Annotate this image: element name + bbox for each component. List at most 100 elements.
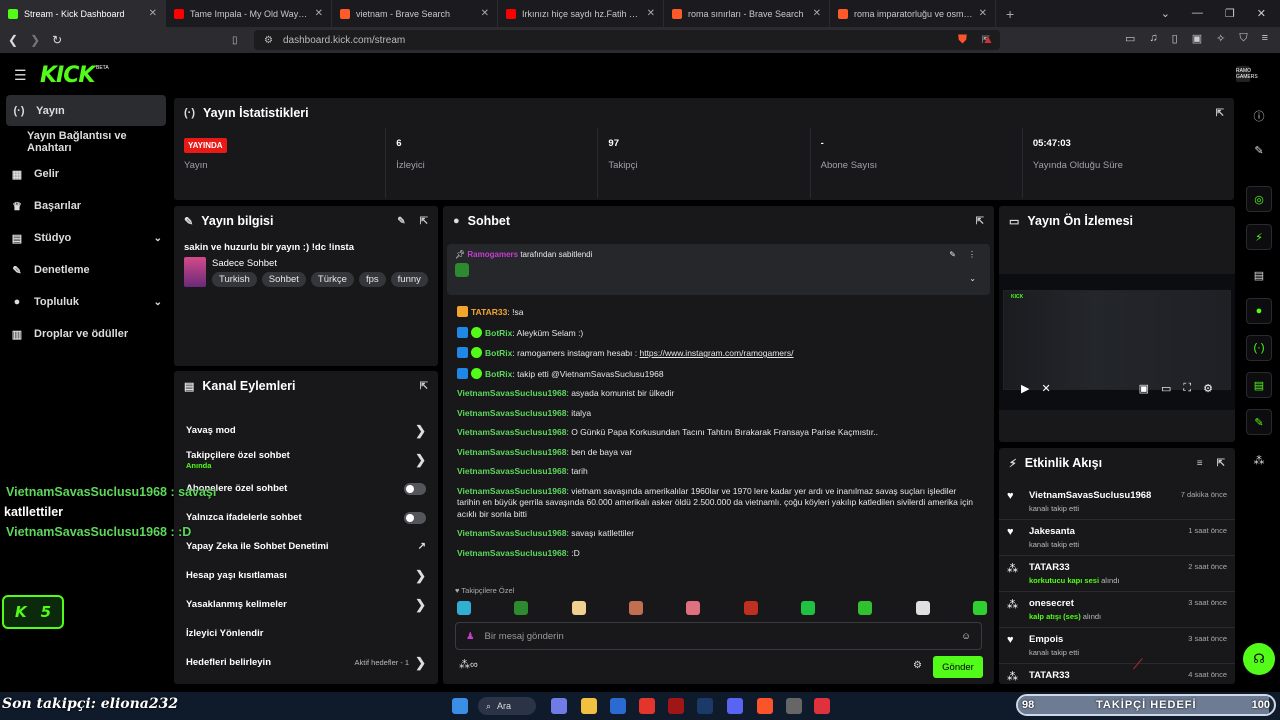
browser-tab[interactable]: Irkınızı hiçe saydı hz.Fatih biraz daha ✕: [498, 0, 664, 27]
chat-username[interactable]: VietnamSavasSuclusu1968: [457, 427, 566, 437]
browser-tab[interactable]: Stream - Kick Dashboard ✕: [0, 0, 166, 27]
edit-icon[interactable]: ✎: [1246, 137, 1272, 163]
minimize-icon[interactable]: —: [1192, 7, 1203, 20]
sidebar-item[interactable]: Yayın Bağlantısı ve Anahtarı: [0, 126, 172, 158]
back-icon[interactable]: ❮: [8, 33, 18, 47]
camera-icon[interactable]: ◎: [1246, 186, 1272, 212]
kick-logo[interactable]: KICK: [40, 63, 95, 88]
edit-icon[interactable]: ✎: [397, 216, 405, 227]
event-user[interactable]: onesecret: [1029, 598, 1101, 609]
chat-input[interactable]: ♟ Bir mesaj gönderin ☺: [455, 622, 982, 650]
wrench-icon[interactable]: ✎: [1246, 409, 1272, 435]
close-tab-icon[interactable]: ✕: [481, 8, 489, 19]
tag-pill[interactable]: Türkçe: [310, 271, 354, 287]
support-button[interactable]: ☊: [1243, 643, 1275, 675]
channel-action-row[interactable]: Yasaklanmış kelimeler ❯: [174, 590, 438, 619]
emote-icon[interactable]: [571, 601, 586, 615]
app-icon[interactable]: [639, 698, 655, 714]
steam-icon[interactable]: [697, 698, 713, 714]
maximize-icon[interactable]: ❐: [1225, 7, 1235, 20]
copilot-icon[interactable]: [551, 698, 567, 714]
chat-settings-icon[interactable]: ⚙: [913, 660, 922, 671]
close-tab-icon[interactable]: ✕: [315, 8, 323, 19]
chevron-down-icon[interactable]: ⌄: [154, 297, 162, 308]
close-tab-icon[interactable]: ✕: [647, 8, 655, 19]
info-icon[interactable]: ⓘ: [1246, 103, 1272, 129]
emote-icon[interactable]: [800, 601, 815, 615]
site-info-icon[interactable]: ⚙: [264, 35, 273, 46]
address-bar[interactable]: ▯ ⚙ dashboard.kick.com/stream ⇱: [232, 30, 1000, 50]
leo-icon[interactable]: ✧: [1216, 32, 1225, 45]
close-window-icon[interactable]: ✕: [1257, 7, 1266, 20]
vpn-icon[interactable]: ⛉: [1239, 32, 1247, 45]
emoji-icon[interactable]: ☺: [961, 631, 971, 642]
sidebar-item[interactable]: ▦ Gelir: [0, 158, 172, 190]
chat-username[interactable]: TATAR33: [471, 307, 507, 317]
emote-icon[interactable]: [514, 601, 529, 615]
channel-action-row[interactable]: İzleyici Yönlendir: [174, 619, 438, 648]
discord-icon[interactable]: [727, 698, 743, 714]
sidebar-item[interactable]: ▤ Stüdyo ⌄: [0, 222, 172, 254]
toggle-switch[interactable]: [404, 511, 426, 524]
emote-icon[interactable]: [628, 601, 643, 615]
emote-icon[interactable]: [743, 601, 758, 615]
taskbar-search[interactable]: ⌕ Ara: [478, 697, 536, 715]
chat-username[interactable]: VietnamSavasSuclusu1968: [457, 388, 566, 398]
chevron-down-icon[interactable]: ⌄: [154, 233, 162, 244]
app-icon[interactable]: [814, 698, 830, 714]
chat-username[interactable]: BotRix: [485, 328, 512, 338]
event-user[interactable]: Empois: [1029, 634, 1079, 645]
chat-username[interactable]: VietnamSavasSuclusu1968: [457, 528, 566, 538]
kick-points-icon[interactable]: ⁂∞: [459, 658, 478, 671]
avatar[interactable]: RAMO GAMERS: [1236, 66, 1258, 82]
store-icon[interactable]: [610, 698, 626, 714]
chevron-right-icon[interactable]: ❯: [415, 452, 426, 468]
sidebar-item[interactable]: ♛ Başarılar: [0, 190, 172, 222]
file-explorer-icon[interactable]: [581, 698, 597, 714]
settings-icon[interactable]: ⚙: [1203, 382, 1213, 395]
sidebar-icon[interactable]: ▯: [1172, 32, 1178, 45]
document-icon[interactable]: ▤: [1246, 262, 1272, 288]
toggle-switch[interactable]: [404, 482, 426, 495]
tag-pill[interactable]: fps: [358, 271, 386, 287]
close-tab-icon[interactable]: ✕: [979, 8, 987, 19]
browser-tab[interactable]: Tame Impala - My Old Ways (Official ✕: [166, 0, 332, 27]
sidebar-item[interactable]: (·) Yayın: [6, 95, 166, 126]
reader-icon[interactable]: ▭: [1125, 32, 1135, 45]
chat-username[interactable]: BotRix: [485, 348, 512, 358]
event-user[interactable]: TATAR33: [1029, 670, 1070, 681]
more-icon[interactable]: ⋮: [968, 250, 976, 259]
sidebar-item[interactable]: ▥ Droplar ve ödüller: [0, 318, 172, 350]
tag-pill[interactable]: Sohbet: [261, 271, 306, 287]
chat-link[interactable]: https://www.instagram.com/ramogamers/: [639, 348, 793, 358]
chat-username[interactable]: VietnamSavasSuclusu1968: [457, 486, 566, 496]
pip-icon[interactable]: ▣: [1139, 382, 1149, 395]
chat-username[interactable]: VietnamSavasSuclusu1968: [457, 408, 566, 418]
opera-icon[interactable]: [668, 698, 684, 714]
chat-username[interactable]: VietnamSavasSuclusu1968: [457, 466, 566, 476]
theater-icon[interactable]: ▭: [1161, 382, 1171, 395]
chat-icon[interactable]: ●: [1246, 298, 1272, 324]
preview-video[interactable]: KICK ▶ ✕ ▣ ▭ ⛶ ⚙: [999, 274, 1235, 410]
chevron-right-icon[interactable]: ❯: [415, 597, 426, 613]
sidebar-item[interactable]: ✎ Denetleme: [0, 254, 172, 286]
popout-icon[interactable]: ⇱: [1217, 458, 1225, 469]
emote-icon[interactable]: [858, 601, 873, 615]
tag-pill[interactable]: Turkish: [212, 271, 257, 287]
chat-username[interactable]: BotRix: [485, 369, 512, 379]
forward-icon[interactable]: ❯: [30, 33, 40, 47]
close-tab-icon[interactable]: ✕: [149, 8, 157, 19]
emote-icon[interactable]: [915, 601, 930, 615]
wallet-icon[interactable]: ▣: [1192, 32, 1202, 45]
category-name[interactable]: Sadece Sohbet: [212, 258, 428, 269]
channel-action-row[interactable]: Hedefleri belirleyin Aktif hedefler - 1 ❯: [174, 648, 438, 677]
bookmark-icon[interactable]: ▯: [232, 35, 238, 46]
popout-icon[interactable]: ⇱: [976, 216, 984, 227]
brave-shield-icon[interactable]: ⛊: [958, 32, 967, 47]
brave-rewards-icon[interactable]: ▲: [982, 32, 994, 46]
chevron-down-icon[interactable]: ⌄: [969, 274, 976, 283]
tag-pill[interactable]: funny: [390, 271, 428, 287]
event-user[interactable]: TATAR33: [1029, 562, 1119, 573]
mute-icon[interactable]: ✕: [1041, 382, 1050, 395]
channel-action-row[interactable]: Takipçilere özel sohbet Anında ❯: [174, 445, 438, 474]
